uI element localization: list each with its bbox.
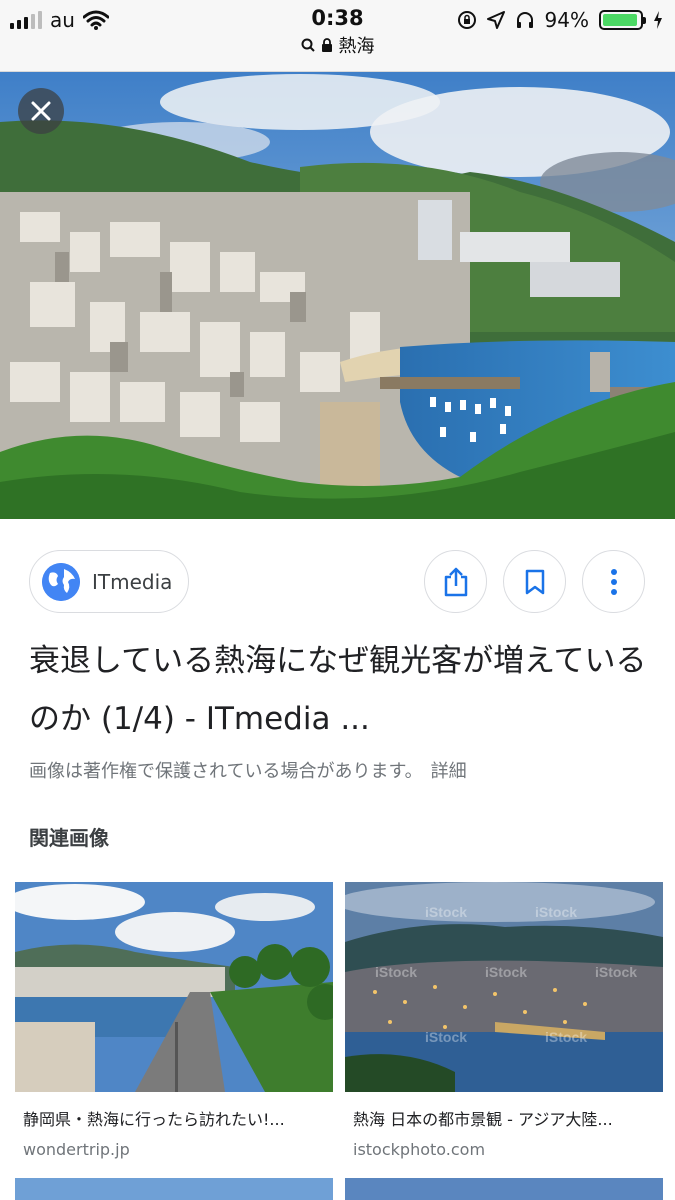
atami-night-view-image: iStock iStock iStock iStock iStock iStock iSt… (345, 882, 663, 1092)
location-icon (486, 11, 505, 29)
related-source: wondertrip.jp (23, 1140, 130, 1159)
status-bar: au 0:38 熱海 94% (0, 0, 675, 72)
related-title: 熱海 日本の都市景観 - アジア大陸... (353, 1110, 613, 1129)
battery-icon (599, 10, 646, 30)
related-thumbnail[interactable] (15, 882, 333, 1092)
related-thumbnail[interactable] (15, 1178, 333, 1200)
close-button[interactable] (18, 88, 64, 134)
url-text: 熱海 (338, 36, 375, 57)
globe-icon (42, 562, 80, 601)
atami-cityscape-image (0, 72, 675, 519)
headphones-icon (516, 12, 533, 28)
more-vert-icon (610, 568, 617, 595)
address-bar[interactable]: 熱海 (0, 32, 675, 58)
copyright-notice: 画像は著作権で保護されている場合があります。 詳細 (29, 757, 467, 783)
atami-coast-road-image (15, 882, 333, 1092)
share-button[interactable] (424, 550, 487, 613)
svg-text:iStock: iStock (545, 1029, 587, 1045)
bookmark-button[interactable] (503, 550, 566, 613)
main-image[interactable] (0, 72, 675, 519)
battery-percent: 94% (544, 8, 589, 32)
svg-text:iStock: iStock (425, 904, 467, 920)
copyright-text: 画像は著作権で保護されている場合があります。 (29, 761, 423, 782)
source-chip[interactable]: ITmedia (29, 550, 189, 613)
related-thumbnail[interactable] (345, 1178, 663, 1200)
more-options-button[interactable] (582, 550, 645, 613)
svg-text:iStock: iStock (375, 964, 417, 980)
svg-text:iStock: iStock (485, 964, 527, 980)
related-thumbnail[interactable]: iStock iStock iStock iStock iStock iStock iSt… (345, 882, 663, 1092)
charging-icon (654, 11, 662, 29)
detail-link[interactable]: 詳細 (431, 761, 467, 782)
svg-text:iStock: iStock (595, 964, 637, 980)
lock-icon (321, 37, 332, 52)
status-right: 94% (457, 8, 663, 32)
svg-text:iStock: iStock (425, 1029, 467, 1045)
share-icon (444, 567, 467, 596)
source-name: ITmedia (92, 569, 173, 594)
related-source: istockphoto.com (353, 1140, 486, 1159)
related-card[interactable]: iStock iStock iStock iStock iStock iStock iSt… (345, 882, 663, 1159)
related-images-heading: 関連画像 (29, 826, 109, 850)
related-title: 静岡県・熱海に行ったら訪れたい!... (23, 1110, 285, 1129)
bookmark-icon (525, 569, 544, 594)
search-icon (301, 38, 315, 52)
close-icon (31, 101, 51, 121)
related-card[interactable]: 静岡県・熱海に行ったら訪れたい!... wondertrip.jp (15, 882, 333, 1159)
battery-fill (603, 14, 637, 26)
image-title[interactable]: 衰退している熱海になぜ観光客が増えているのか (1/4) - ITmedia .… (29, 632, 649, 748)
orientation-lock-icon (457, 11, 476, 29)
svg-text:iStock: iStock (535, 904, 577, 920)
